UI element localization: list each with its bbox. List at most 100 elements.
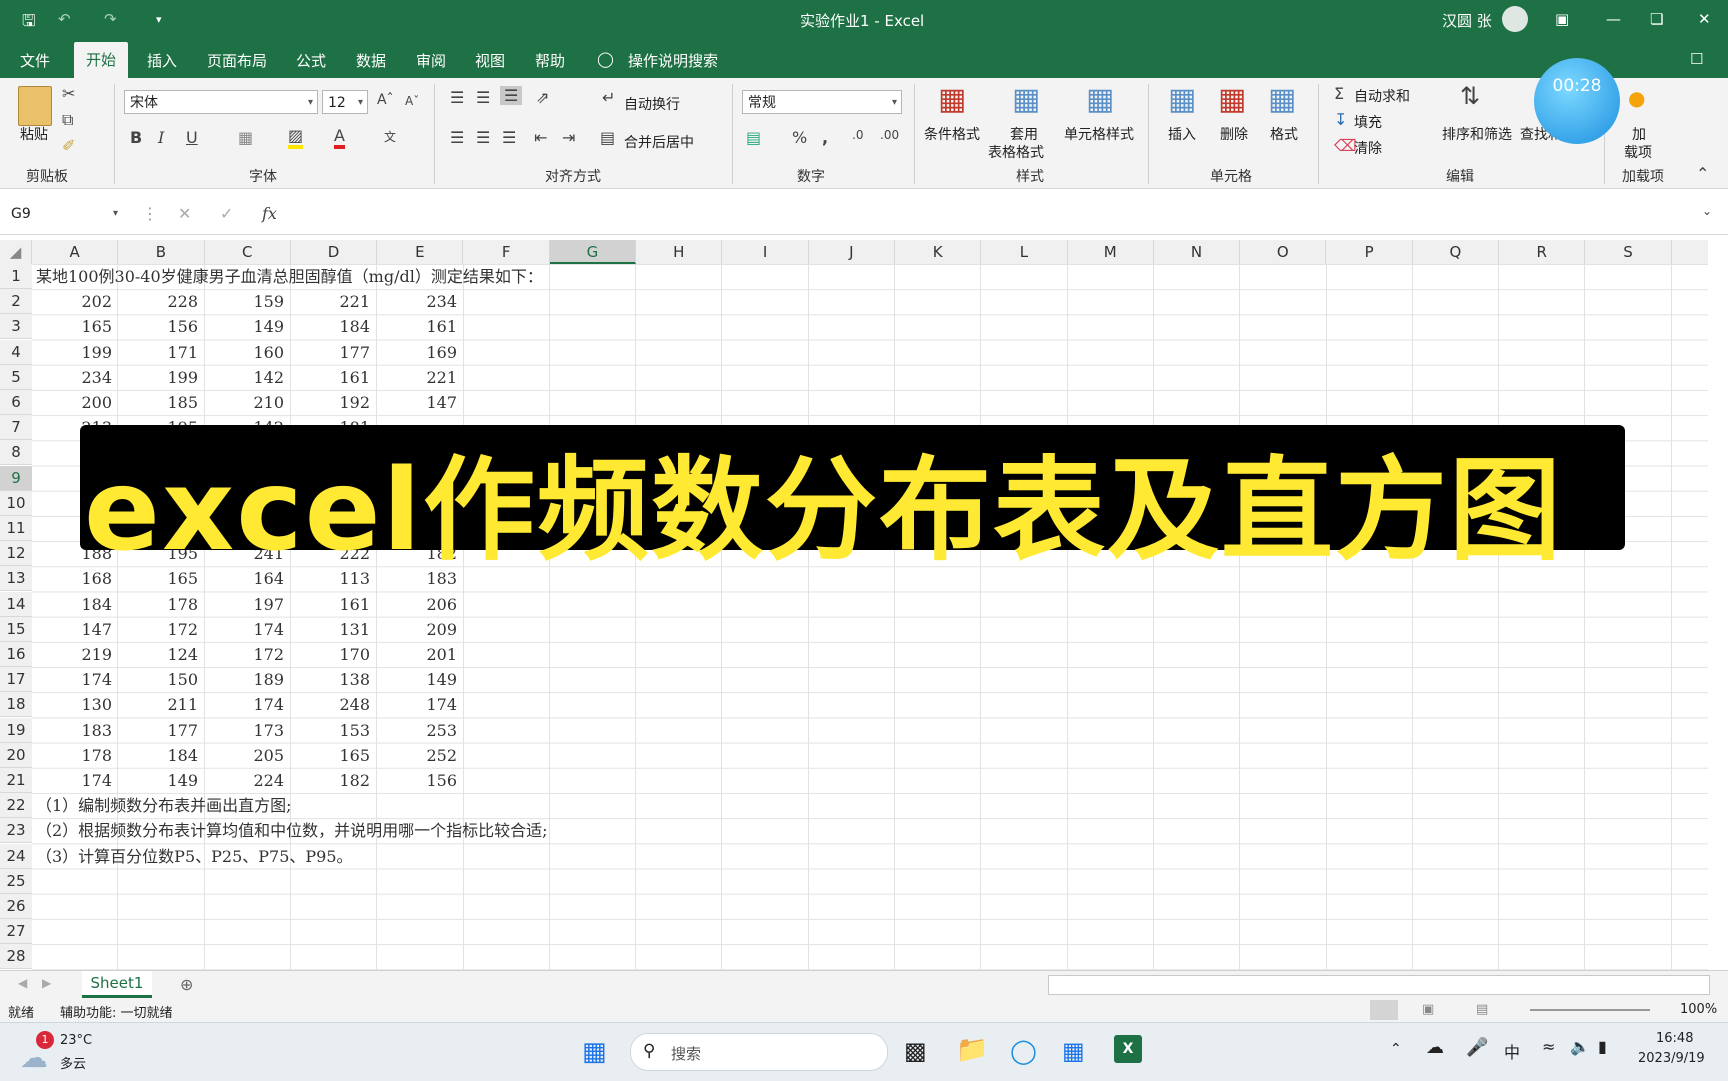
cell-c18[interactable]: 174 [204, 692, 284, 717]
comma-icon[interactable]: , [822, 128, 828, 147]
row-header-4[interactable]: 4 [0, 339, 32, 365]
paste-button[interactable]: 粘贴 [20, 124, 48, 144]
conditional-format-button[interactable]: 条件格式 [924, 124, 980, 144]
tell-me-search[interactable]: 操作说明搜索 [628, 50, 718, 71]
row-header-10[interactable]: 10 [0, 490, 32, 516]
cell-a16[interactable]: 219 [32, 642, 112, 667]
row-header-19[interactable]: 19 [0, 717, 32, 743]
currency-icon[interactable]: ▤ [746, 128, 761, 147]
column-header-d[interactable]: D [291, 240, 378, 264]
row-header-13[interactable]: 13 [0, 566, 32, 592]
cell-e14[interactable]: 206 [377, 592, 457, 617]
cell-c15[interactable]: 174 [204, 617, 284, 642]
column-header-b[interactable]: B [118, 240, 205, 264]
undo-icon[interactable]: ↶ [58, 10, 71, 28]
column-header-k[interactable]: K [895, 240, 982, 264]
cell-c21[interactable]: 224 [204, 768, 284, 793]
cell-e20[interactable]: 252 [377, 743, 457, 768]
cell-b4[interactable]: 171 [118, 340, 198, 365]
ribbon-display-icon[interactable]: ▣ [1555, 10, 1569, 28]
column-header-i[interactable]: I [722, 240, 809, 264]
orientation-icon[interactable]: ⇗ [536, 88, 549, 107]
copy-icon[interactable]: ⧉ [62, 110, 73, 130]
increase-decimal-icon[interactable]: .0 [852, 128, 863, 142]
cell-a15[interactable]: 147 [32, 617, 112, 642]
column-header-s[interactable]: S [1585, 240, 1672, 264]
expand-formula-icon[interactable]: ⌄ [1702, 204, 1712, 218]
underline-icon[interactable]: U [186, 128, 198, 147]
cell-grid[interactable]: 某地100例30-40岁健康男子血清总胆固醇值（mg/dl）测定结果如下： 202… [32, 264, 1708, 970]
delete-cells-icon[interactable]: ▦ [1218, 82, 1246, 117]
excel-icon[interactable]: X [1114, 1035, 1142, 1063]
autosum-button[interactable]: 自动求和 [1354, 86, 1410, 106]
cell-b14[interactable]: 178 [118, 592, 198, 617]
cell-b18[interactable]: 211 [118, 692, 198, 717]
cell-b16[interactable]: 124 [118, 642, 198, 667]
cell-e5[interactable]: 221 [377, 365, 457, 390]
cell-a14[interactable]: 184 [32, 592, 112, 617]
wifi-icon[interactable]: ≈ [1542, 1037, 1555, 1056]
row-header-11[interactable]: 11 [0, 516, 32, 541]
align-bottom-icon[interactable]: ☰ [500, 86, 523, 105]
cell-c4[interactable]: 160 [204, 340, 284, 365]
cell-d16[interactable]: 170 [290, 642, 370, 667]
add-sheet-icon[interactable]: ⊕ [180, 975, 193, 994]
store-icon[interactable]: ▦ [1062, 1037, 1085, 1065]
cell-d19[interactable]: 153 [290, 718, 370, 743]
next-sheet-icon[interactable]: ▶ [42, 976, 51, 990]
column-header-f[interactable]: F [464, 240, 550, 264]
tab-insert[interactable]: 插入 [147, 50, 177, 71]
enter-icon[interactable]: ✓ [220, 204, 233, 223]
cell-b21[interactable]: 149 [118, 768, 198, 793]
prev-sheet-icon[interactable]: ◀ [18, 976, 27, 990]
align-right-icon[interactable]: ☰ [502, 128, 516, 147]
row-header-15[interactable]: 15 [0, 616, 32, 642]
cell-c19[interactable]: 173 [204, 718, 284, 743]
cell-a21[interactable]: 174 [32, 768, 112, 793]
accessibility-status[interactable]: 辅助功能: 一切就绪 [60, 1002, 173, 1021]
cell-b6[interactable]: 185 [118, 390, 198, 415]
font-name-select[interactable]: 宋体 ▾ [124, 90, 318, 114]
paste-icon[interactable] [18, 86, 52, 126]
row-header-22[interactable]: 22 [0, 793, 32, 819]
tab-file[interactable]: 文件 [20, 50, 50, 71]
row-header-2[interactable]: 2 [0, 289, 32, 315]
delete-cells-button[interactable]: 删除 [1220, 124, 1248, 144]
borders-icon[interactable]: ▦ [238, 128, 253, 147]
cell-c5[interactable]: 142 [204, 365, 284, 390]
save-icon[interactable]: 🖫 [22, 10, 36, 37]
merge-icon[interactable]: ▤ [600, 128, 615, 147]
increase-indent-icon[interactable]: ⇥ [562, 128, 575, 147]
number-format-select[interactable]: 常规 ▾ [742, 90, 902, 114]
zoom-level[interactable]: 100% [1680, 1002, 1717, 1017]
cell-d5[interactable]: 161 [290, 365, 370, 390]
cut-icon[interactable]: ✂ [62, 84, 75, 103]
redo-icon[interactable]: ↷ [104, 10, 117, 28]
cell-a20[interactable]: 178 [32, 743, 112, 768]
row-header-23[interactable]: 23 [0, 818, 32, 844]
cell-a1[interactable]: 某地100例30-40岁健康男子血清总胆固醇值（mg/dl）测定结果如下： [36, 264, 543, 289]
tab-data[interactable]: 数据 [356, 50, 386, 71]
wrap-text-button[interactable]: 自动换行 [624, 94, 680, 114]
addins-button-line2[interactable]: 载项 [1624, 142, 1652, 162]
cell-e4[interactable]: 169 [377, 340, 457, 365]
cell-d6[interactable]: 192 [290, 390, 370, 415]
addins-button[interactable]: 加 [1632, 124, 1646, 144]
insert-function-icon[interactable]: fx [262, 204, 277, 223]
format-painter-icon[interactable]: ✐ [62, 136, 75, 155]
cell-c20[interactable]: 205 [204, 743, 284, 768]
file-explorer-icon[interactable]: 📁 [956, 1035, 988, 1065]
sort-filter-button[interactable]: 排序和筛选 [1442, 124, 1512, 144]
cell-e2[interactable]: 234 [377, 289, 457, 314]
cell-a2[interactable]: 202 [32, 289, 112, 314]
normal-view-icon[interactable] [1370, 1000, 1398, 1020]
row-header-20[interactable]: 20 [0, 742, 32, 768]
wrap-text-icon[interactable]: ↵ [602, 88, 615, 107]
cell-c16[interactable]: 172 [204, 642, 284, 667]
row-header-21[interactable]: 21 [0, 768, 32, 793]
format-cells-icon[interactable]: ▦ [1268, 82, 1296, 117]
cell-c6[interactable]: 210 [204, 390, 284, 415]
column-header-p[interactable]: P [1327, 240, 1413, 264]
cell-e3[interactable]: 161 [377, 314, 457, 339]
onedrive-icon[interactable]: ☁ [1426, 1037, 1444, 1058]
